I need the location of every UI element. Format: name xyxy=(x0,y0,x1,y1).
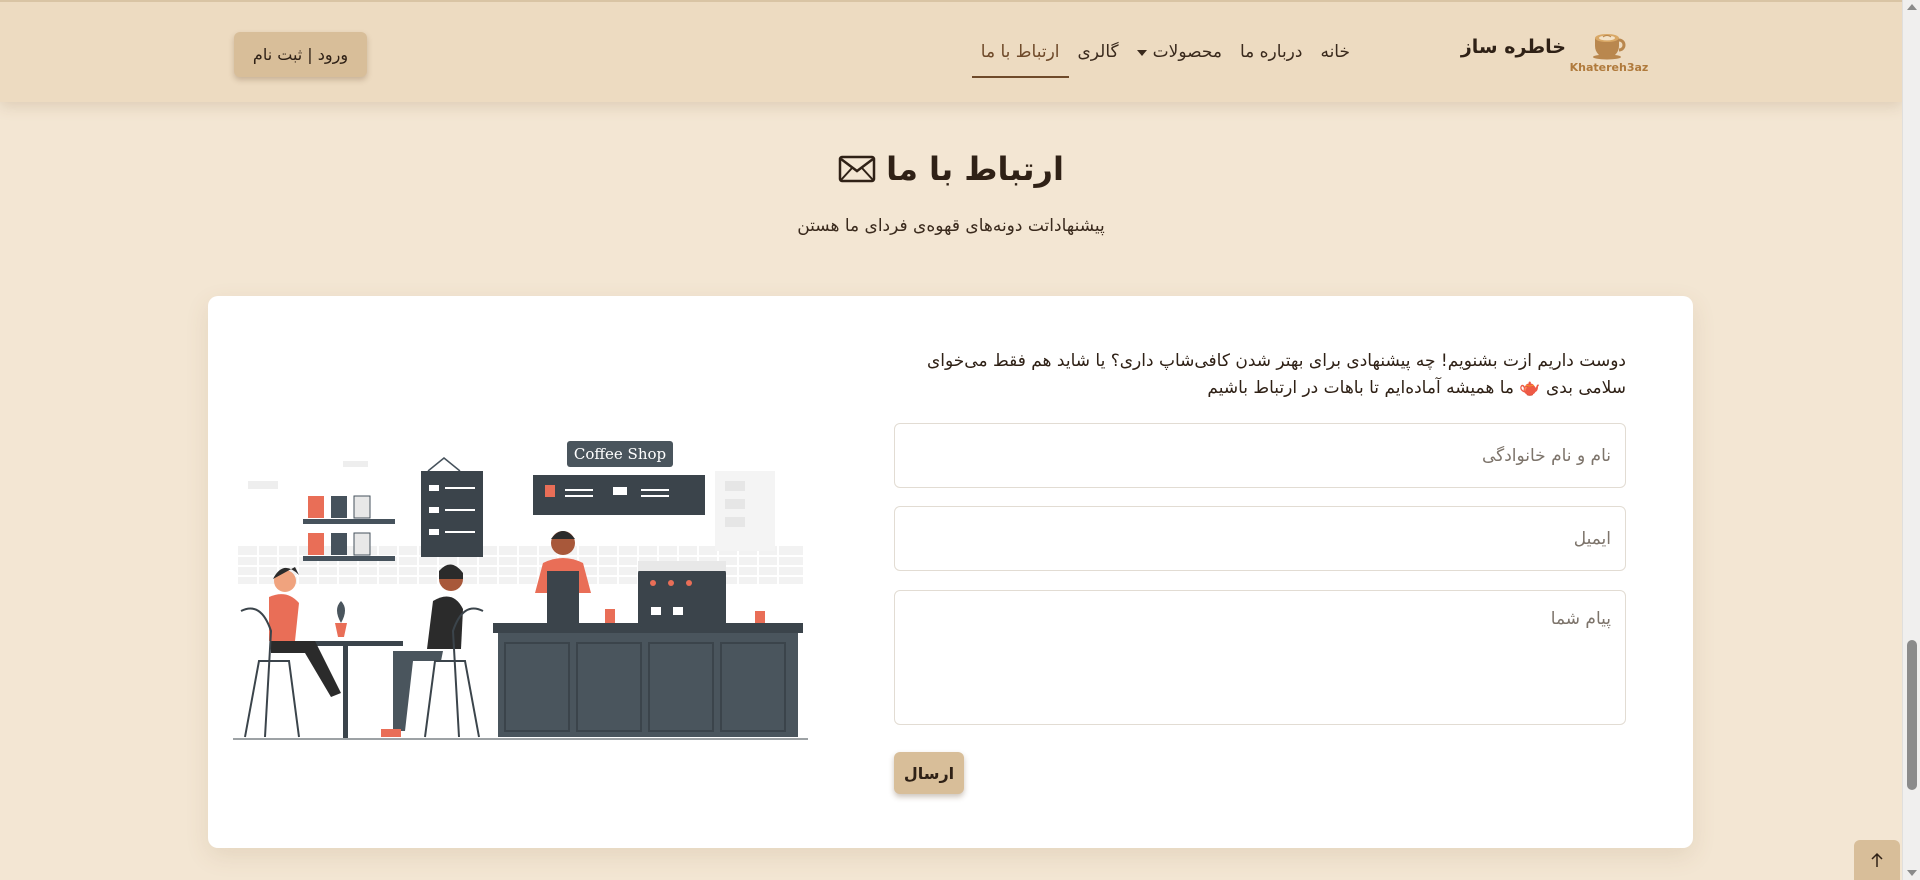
nav-item-label: خانه xyxy=(1320,42,1350,62)
barista-figure xyxy=(535,531,595,623)
scroll-up-icon[interactable] xyxy=(1907,4,1917,10)
navbar: Khatereh3az خاطره ساز خانه درباره ما محص… xyxy=(0,0,1902,102)
login-register-button[interactable]: ورود | ثبت نام xyxy=(234,32,367,77)
brand-name: خاطره ساز xyxy=(1460,36,1566,58)
woman-customer xyxy=(240,567,341,738)
nav-item-label: درباره ما xyxy=(1239,42,1303,62)
chevron-down-icon xyxy=(1136,50,1147,56)
scroll-down-icon[interactable] xyxy=(1907,870,1917,876)
main-nav: خانه درباره ما محصولات گالری ارتباط با م… xyxy=(971,38,1359,78)
nav-item-label: گالری xyxy=(1077,42,1119,62)
nav-item-contact[interactable]: ارتباط با ما xyxy=(971,38,1069,78)
name-field-wrapper xyxy=(894,423,1626,488)
email-field[interactable] xyxy=(895,507,1625,570)
back-to-top-button[interactable] xyxy=(1854,840,1900,880)
page-title-text: ارتباط با ما xyxy=(886,150,1064,188)
envelope-icon xyxy=(838,155,876,183)
page-title: ارتباط با ما xyxy=(0,150,1902,188)
nav-item-products[interactable]: محصولات xyxy=(1128,38,1231,78)
arrow-up-icon xyxy=(1871,852,1883,867)
email-field-wrapper xyxy=(894,506,1626,571)
contact-card: دوست داریم ازت بشنویم! چه پیشنهادی برای … xyxy=(208,296,1693,848)
nav-item-about[interactable]: درباره ما xyxy=(1231,38,1312,78)
brand[interactable]: Khatereh3az خاطره ساز xyxy=(1460,26,1648,74)
nav-item-home[interactable]: خانه xyxy=(1311,38,1359,78)
brand-logo: Khatereh3az xyxy=(1570,26,1648,74)
coffee-cup-icon xyxy=(1593,34,1626,60)
brand-logo-text: Khatereh3az xyxy=(1569,61,1649,74)
scrollbar-thumb[interactable] xyxy=(1907,640,1917,790)
coffee-shop-illustration: Coffee Shop xyxy=(233,441,808,740)
send-button[interactable]: ارسال xyxy=(894,752,964,794)
intro-line-1: دوست داریم ازت بشنویم! چه پیشنهادی برای … xyxy=(926,351,1626,371)
intro-line-2: سلامی بدی 🫖 ما همیشه آماده‌ایم تا باهات … xyxy=(1207,378,1626,398)
page-scrollbar[interactable] xyxy=(1902,0,1920,880)
man-customer xyxy=(381,564,484,738)
intro-text: دوست داریم ازت بشنویم! چه پیشنهادی برای … xyxy=(906,348,1626,402)
nav-item-label: محصولات xyxy=(1152,42,1222,62)
shop-sign-text: Coffee Shop xyxy=(574,445,666,463)
message-field[interactable] xyxy=(895,591,1625,724)
name-field[interactable] xyxy=(895,424,1625,487)
nav-item-label: ارتباط با ما xyxy=(980,42,1060,62)
message-field-wrapper xyxy=(894,590,1626,725)
page-subtitle: پیشنهاداتت دونه‌های قهوه‌ی فردای ما هستن xyxy=(797,216,1105,236)
nav-item-gallery[interactable]: گالری xyxy=(1069,38,1128,78)
